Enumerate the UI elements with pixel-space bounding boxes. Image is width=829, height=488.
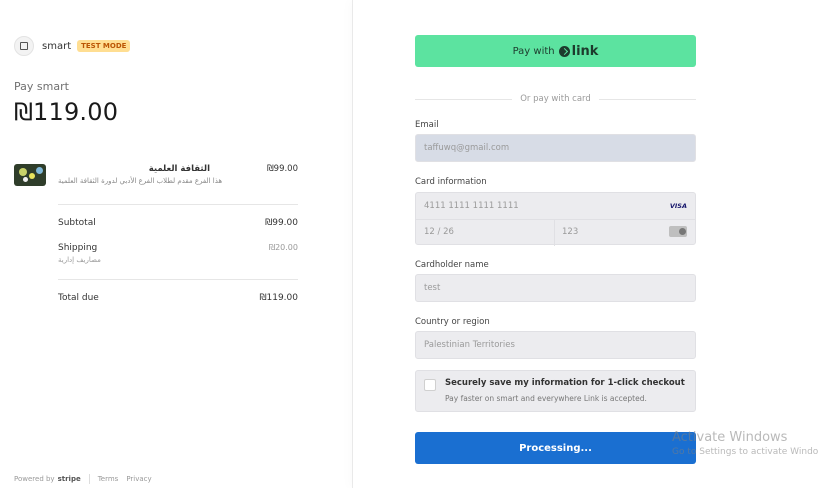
card-number-field[interactable]: 4111 1111 1111 1111 (424, 201, 519, 211)
divider (58, 279, 298, 280)
save-info-checkbox[interactable] (424, 379, 436, 391)
or-pay-with-card-text: Or pay with card (520, 94, 591, 104)
save-info-subtitle: Pay faster on smart and everywhere Link … (445, 394, 647, 403)
save-info-title: Securely save my information for 1-click… (445, 378, 685, 388)
country-value: Palestinian Territories (424, 340, 515, 350)
shipping-subtext: مصاريف إدارية (58, 256, 101, 264)
card-information-label: Card information (415, 177, 487, 187)
cardholder-name-field[interactable]: test (415, 274, 696, 302)
footer-separator (88, 474, 90, 484)
or-divider: Or pay with card (415, 94, 696, 104)
product-description: هذا الفرع مقدم لطلاب الفرع الأدبي لدورة … (58, 177, 223, 185)
stripe-logo[interactable]: stripe (58, 475, 81, 483)
powered-by-text: Powered by (14, 475, 55, 483)
test-mode-badge: TEST MODE (77, 40, 131, 52)
pay-label: Pay smart (14, 80, 69, 93)
total-amount: ₪119.00 (14, 98, 119, 126)
processing-button[interactable]: Processing... (415, 432, 696, 464)
product-image (14, 164, 46, 186)
total-due-value: ₪119.00 (259, 293, 298, 303)
link-brand-text: link (571, 43, 599, 59)
product-name: الثقافة العلمية (148, 164, 210, 174)
email-label: Email (415, 120, 439, 130)
total-due-label: Total due (58, 293, 99, 303)
cvc-card-icon (669, 226, 687, 237)
product-price: ₪99.00 (267, 164, 298, 174)
visa-icon: VISA (669, 202, 687, 210)
country-label: Country or region (415, 317, 490, 327)
divider (58, 204, 298, 205)
card-cvc-field[interactable]: 123 (562, 227, 578, 237)
link-logo: link (558, 43, 599, 59)
pay-with-link-button[interactable]: Pay with link (415, 35, 696, 67)
subtotal-label: Subtotal (58, 218, 96, 228)
merchant-logo-icon (14, 36, 34, 56)
card-expiry-field[interactable]: 12 / 26 (424, 227, 454, 237)
footer: Powered by stripe Terms Privacy (14, 474, 160, 484)
pay-with-text: Pay with (512, 45, 555, 57)
email-value: taffuwq@gmail.com (424, 143, 510, 153)
cardholder-name-value: test (424, 283, 441, 293)
save-info-box: Securely save my information for 1-click… (415, 370, 696, 412)
merchant-name: smart (42, 40, 72, 52)
cardholder-name-label: Cardholder name (415, 260, 489, 270)
shipping-label: Shipping (58, 243, 98, 253)
shipping-value: ₪20.00 (268, 243, 298, 252)
order-summary-panel: smart TEST MODE Pay smart ₪119.00 الثقاف… (0, 0, 352, 488)
privacy-link[interactable]: Privacy (126, 475, 151, 483)
country-select[interactable]: Palestinian Territories (415, 331, 696, 359)
merchant-header: smart TEST MODE (14, 36, 131, 56)
link-arrow-icon (558, 45, 570, 57)
subtotal-value: ₪99.00 (265, 218, 298, 228)
email-field[interactable]: taffuwq@gmail.com (415, 134, 696, 162)
card-information-group: 4111 1111 1111 1111 VISA 12 / 26 123 (415, 192, 696, 246)
terms-link[interactable]: Terms (98, 475, 119, 483)
